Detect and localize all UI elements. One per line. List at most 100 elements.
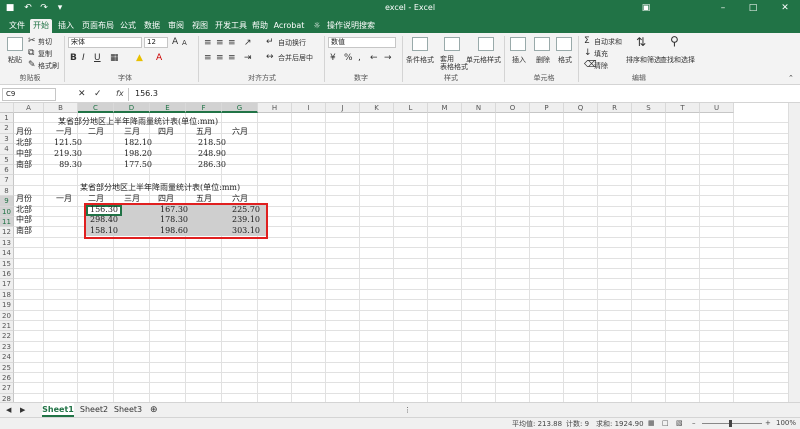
row-header-2[interactable]: 2 [0, 123, 14, 134]
column-header-n[interactable]: N [462, 103, 496, 113]
column-header-c[interactable]: C [78, 103, 114, 113]
row-header-17[interactable]: 17 [0, 279, 14, 290]
column-header-d[interactable]: D [114, 103, 150, 113]
row-header-3[interactable]: 3 [0, 133, 14, 145]
align-right-icon[interactable]: ≡ [228, 53, 236, 63]
delete-cells-button[interactable]: 删除 [536, 55, 550, 65]
underline-button[interactable]: U [94, 53, 101, 63]
name-box[interactable]: C9 [2, 88, 56, 101]
insert-function-icon[interactable]: fx [116, 89, 124, 98]
tab-file[interactable]: 文件 [6, 19, 28, 33]
align-bottom-icon[interactable]: ≡ [228, 38, 236, 48]
cell-styles-button[interactable]: 单元格样式 [466, 55, 501, 65]
spreadsheet-grid[interactable]: ABCDEFGHIJKLMNOPQRSTU 1 2 3 4 5 6 7 8 9 10 11 12 13 1… [0, 103, 788, 402]
scroll-right-icon[interactable]: ▶ [20, 405, 25, 415]
tab-view[interactable]: 视图 [190, 19, 210, 33]
wrap-text-icon[interactable]: ↵ [266, 37, 274, 47]
row-header-1[interactable]: 1 [0, 113, 14, 124]
italic-button[interactable]: I [82, 53, 85, 63]
tab-acrobat[interactable]: Acrobat [272, 19, 306, 33]
format-painter-button[interactable]: 格式刷 [38, 61, 59, 71]
customize-qat-icon[interactable]: ▾ [54, 3, 66, 14]
row-header-15[interactable]: 15 [0, 258, 14, 269]
insert-cells-button[interactable]: 插入 [512, 55, 526, 65]
align-center-icon[interactable]: ≡ [216, 53, 224, 63]
column-header-s[interactable]: S [632, 103, 666, 113]
tab-developer[interactable]: 开发工具 [214, 19, 248, 33]
tab-help[interactable]: 帮助 [250, 19, 270, 33]
border-icon[interactable]: ▦ [110, 53, 119, 63]
page-layout-view-icon[interactable]: □ [662, 419, 669, 427]
align-left-icon[interactable]: ≡ [204, 53, 212, 63]
column-header-m[interactable]: M [428, 103, 462, 113]
paste-button[interactable]: 粘贴 [8, 55, 22, 65]
row-header-13[interactable]: 13 [0, 237, 14, 249]
font-size-dropdown[interactable]: 12 [144, 37, 168, 48]
normal-view-icon[interactable]: ▦ [648, 419, 655, 427]
column-header-g[interactable]: G [222, 103, 258, 113]
row-header-19[interactable]: 19 [0, 300, 14, 311]
row-header-4[interactable]: 4 [0, 144, 14, 155]
minimize-button[interactable]: – [716, 2, 730, 14]
increase-decimal-icon[interactable]: ← [370, 53, 378, 63]
orientation-icon[interactable]: ↗ [244, 38, 252, 48]
merge-center-icon[interactable]: ↔ [266, 52, 274, 62]
maximize-button[interactable]: □ [746, 2, 760, 14]
column-header-p[interactable]: P [530, 103, 564, 113]
tab-formulas[interactable]: 公式 [118, 19, 138, 33]
cancel-icon[interactable]: ✕ [78, 89, 86, 99]
row-header-6[interactable]: 6 [0, 165, 14, 176]
row-header-28[interactable]: 28 [0, 393, 14, 402]
row-header-26[interactable]: 26 [0, 373, 14, 384]
format-cells-button[interactable]: 格式 [558, 55, 572, 65]
font-name-dropdown[interactable]: 宋体 [68, 37, 142, 48]
percent-icon[interactable]: % [344, 53, 353, 63]
row-header-14[interactable]: 14 [0, 248, 14, 259]
align-top-icon[interactable]: ≡ [204, 38, 212, 48]
tab-page-layout[interactable]: 页面布局 [80, 19, 116, 33]
tab-insert[interactable]: 插入 [56, 19, 76, 33]
number-format-dropdown[interactable]: 数值 [328, 37, 396, 48]
save-icon[interactable]: ■ [4, 3, 16, 14]
row-header-16[interactable]: 16 [0, 269, 14, 280]
tell-me-search[interactable]: 操作说明搜索 [322, 19, 380, 33]
indent-icon[interactable]: ⇥ [244, 53, 252, 63]
formula-input[interactable]: 156.3 [128, 88, 796, 101]
column-header-k[interactable]: K [360, 103, 394, 113]
delete-cells-icon[interactable] [534, 37, 550, 51]
cut-button[interactable]: 剪切 [38, 37, 52, 47]
find-select-icon[interactable]: ⚲ [670, 35, 679, 47]
column-header-f[interactable]: F [186, 103, 222, 113]
sort-filter-button[interactable]: 排序和筛选 [626, 55, 661, 65]
format-table-icon[interactable] [444, 37, 460, 51]
insert-cells-icon[interactable] [510, 37, 526, 51]
comma-icon[interactable]: , [358, 53, 361, 63]
row-header-18[interactable]: 18 [0, 289, 14, 301]
zoom-out-icon[interactable]: – [692, 419, 696, 427]
zoom-level[interactable]: 100% [776, 419, 796, 427]
column-header-j[interactable]: J [326, 103, 360, 113]
collapse-ribbon-icon[interactable]: ⌃ [788, 73, 794, 83]
row-header-23[interactable]: 23 [0, 341, 14, 353]
cell-styles-icon[interactable] [478, 37, 494, 51]
clear-button[interactable]: 清除 [594, 61, 608, 71]
sheet-tab-sheet3[interactable]: Sheet3 [112, 403, 144, 417]
row-header-25[interactable]: 25 [0, 362, 14, 373]
column-header-i[interactable]: I [292, 103, 326, 113]
row-header-11[interactable]: 11 [0, 217, 14, 228]
merge-center-button[interactable]: 合并后居中 [278, 53, 313, 63]
find-select-button[interactable]: 查找和选择 [660, 55, 695, 65]
cut-icon[interactable]: ✂ [28, 36, 36, 46]
align-middle-icon[interactable]: ≡ [216, 38, 224, 48]
column-header-t[interactable]: T [666, 103, 700, 113]
fill-icon[interactable]: ↓ [584, 48, 592, 58]
row-header-24[interactable]: 24 [0, 352, 14, 363]
undo-icon[interactable]: ↶ [22, 3, 34, 14]
conditional-format-button[interactable]: 条件格式 [406, 55, 434, 65]
wrap-text-button[interactable]: 自动换行 [278, 38, 306, 48]
copy-button[interactable]: 复制 [38, 49, 52, 59]
row-header-9[interactable]: 9 [0, 196, 14, 207]
column-header-r[interactable]: R [598, 103, 632, 113]
close-button[interactable]: ✕ [778, 2, 792, 14]
sheet-tab-sheet2[interactable]: Sheet2 [78, 403, 110, 417]
